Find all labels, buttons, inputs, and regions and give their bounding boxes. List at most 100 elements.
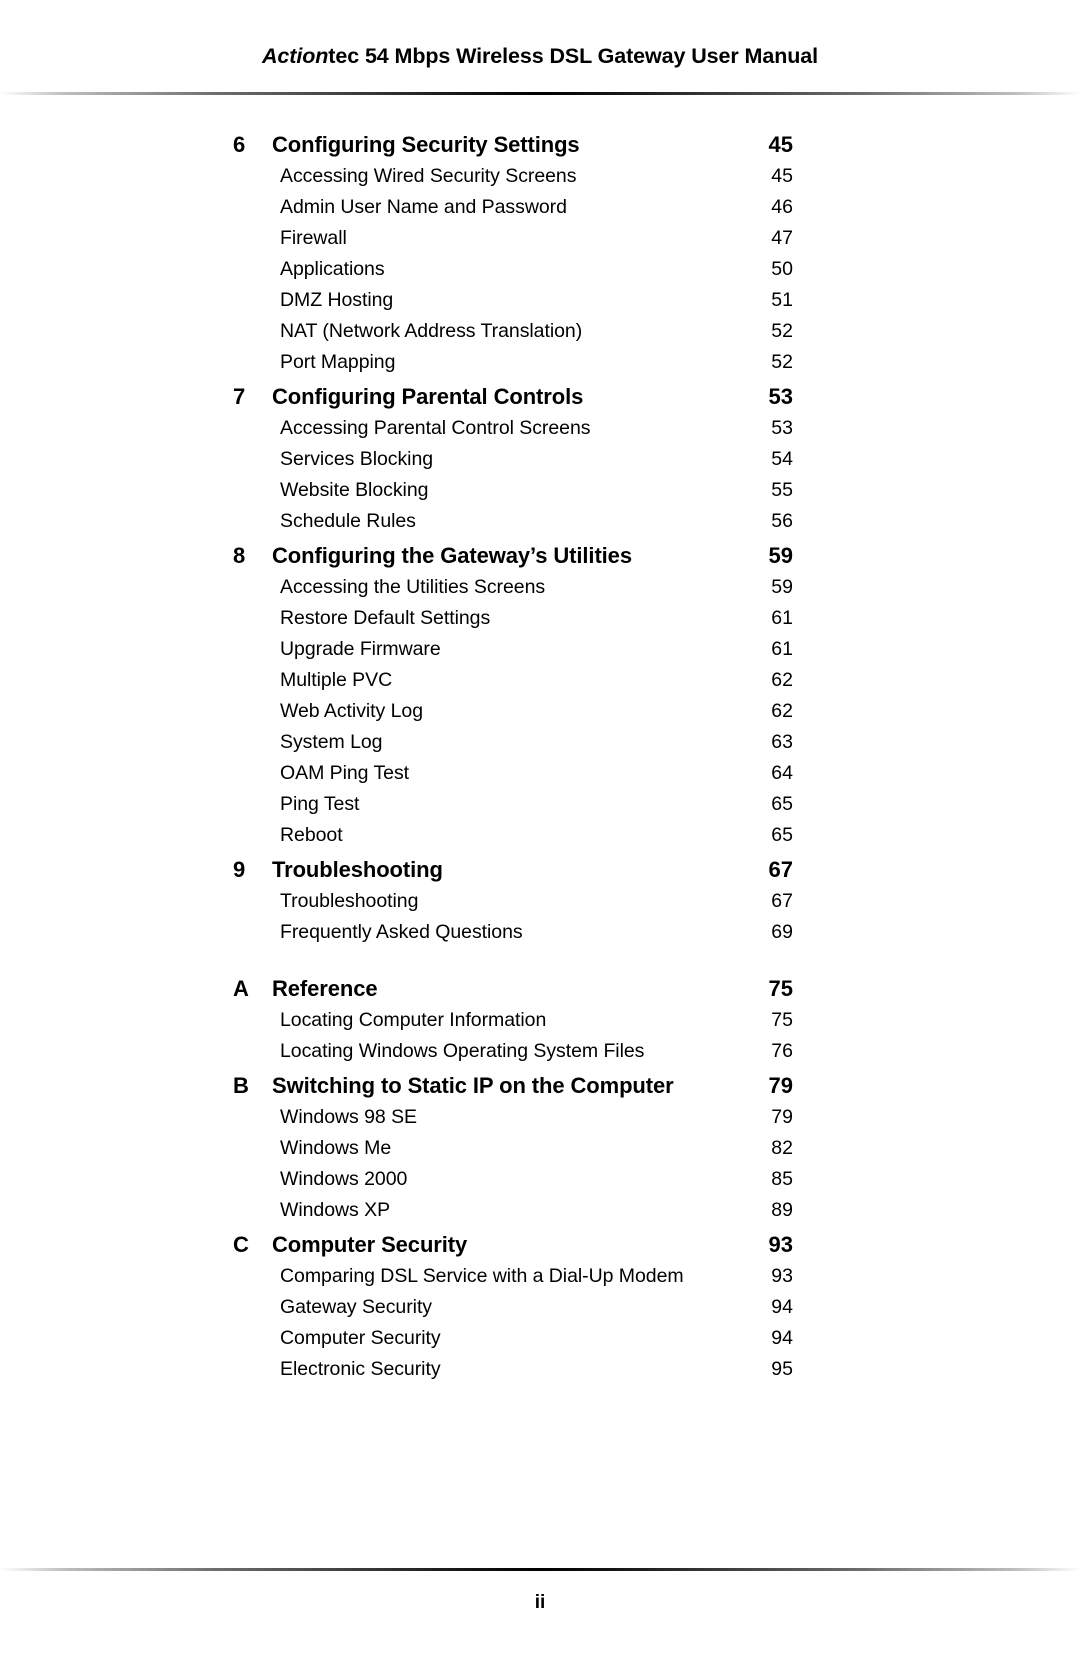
- toc-chapter-row[interactable]: A Reference 75: [233, 973, 793, 1004]
- toc-entry-row[interactable]: Accessing Wired Security Screens 45: [233, 161, 793, 192]
- toc-entry-page-number: 52: [771, 320, 793, 342]
- toc-entry-title: Computer Security: [280, 1327, 441, 1349]
- toc-entry-row[interactable]: Admin User Name and Password 46: [233, 192, 793, 223]
- toc-entry-page-number: 79: [771, 1106, 793, 1128]
- toc-entry-page-number: 67: [768, 857, 793, 882]
- toc-entry-page-number: 94: [771, 1327, 793, 1349]
- toc-entry-row[interactable]: Services Blocking 54: [233, 444, 793, 475]
- toc-entry-title: Gateway Security: [280, 1296, 433, 1318]
- toc-entry-row[interactable]: Electronic Security 95: [233, 1354, 793, 1385]
- toc-entry-row[interactable]: OAM Ping Test 64: [233, 758, 793, 789]
- toc-chapter-number: C: [233, 1232, 249, 1257]
- toc-entry-row[interactable]: Comparing DSL Service with a Dial-Up Mod…: [233, 1261, 793, 1292]
- toc-entry-row[interactable]: DMZ Hosting 51: [233, 285, 793, 316]
- toc-entry-page-number: 67: [771, 890, 793, 912]
- running-header: Actiontec 54 Mbps Wireless DSL Gateway U…: [0, 44, 1080, 69]
- toc-entry-title: Website Blocking: [280, 479, 429, 501]
- toc-entry-page-number: 82: [771, 1137, 793, 1159]
- toc-entry-title: Frequently Asked Questions: [280, 921, 523, 943]
- toc-entry-title: Windows 98 SE: [280, 1106, 417, 1128]
- toc-entry-page-number: 45: [771, 165, 793, 187]
- toc-entry-title: Configuring Parental Controls: [272, 384, 584, 409]
- toc-entry-row[interactable]: Troubleshooting 67: [233, 886, 793, 917]
- toc-entry-row[interactable]: Gateway Security 94: [233, 1292, 793, 1323]
- toc-chapter-number: 7: [233, 384, 246, 409]
- toc-entry-page-number: 76: [771, 1040, 793, 1062]
- toc-entry-page-number: 56: [771, 510, 793, 532]
- toc-entry-title: Windows Me: [280, 1137, 392, 1159]
- toc-entry-page-number: 59: [768, 543, 793, 568]
- toc-chapter-row[interactable]: 9 Troubleshooting 67: [233, 854, 793, 885]
- toc-entry-title: System Log: [280, 731, 383, 753]
- toc-entry-row[interactable]: System Log 63: [233, 727, 793, 758]
- toc-chapter-number: B: [233, 1073, 249, 1098]
- toc-entry-title: Configuring Security Settings: [272, 132, 580, 157]
- toc-entry-row[interactable]: Windows 98 SE 79: [233, 1102, 793, 1133]
- toc-entry-row[interactable]: Windows 2000 85: [233, 1164, 793, 1195]
- toc-entry-page-number: 62: [771, 669, 793, 691]
- toc-entry-title: Restore Default Settings: [280, 607, 491, 629]
- toc-entry-row[interactable]: Website Blocking 55: [233, 475, 793, 506]
- toc-entry-title: Troubleshooting: [280, 890, 419, 912]
- toc-entry-title: Troubleshooting: [272, 857, 443, 882]
- toc-entry-page-number: 47: [771, 227, 793, 249]
- toc-entry-title: Switching to Static IP on the Computer: [272, 1073, 674, 1098]
- toc-entry-title: Electronic Security: [280, 1358, 441, 1380]
- toc-entry-title: Firewall: [280, 227, 347, 249]
- toc-entry-page-number: 65: [771, 793, 793, 815]
- toc-entry-row[interactable]: Web Activity Log 62: [233, 696, 793, 727]
- toc-entry-row[interactable]: Upgrade Firmware 61: [233, 634, 793, 665]
- toc-entry-page-number: 93: [768, 1232, 793, 1257]
- toc-entry-page-number: 51: [771, 289, 793, 311]
- toc-entry-row[interactable]: Locating Windows Operating System Files 7…: [233, 1036, 793, 1067]
- toc-entry-row[interactable]: Accessing the Utilities Screens 59: [233, 572, 793, 603]
- toc-entry-title: Admin User Name and Password: [280, 196, 567, 218]
- footer-divider-rule: [0, 1568, 1080, 1571]
- toc-entry-title: Upgrade Firmware: [280, 638, 441, 660]
- toc-entry-page-number: 89: [771, 1199, 793, 1221]
- toc-chapter-row[interactable]: 6 Configuring Security Settings 45: [233, 129, 793, 160]
- toc-entry-row[interactable]: Firewall 47: [233, 223, 793, 254]
- toc-entry-title: Applications: [280, 258, 385, 280]
- toc-entry-row[interactable]: Port Mapping 52: [233, 347, 793, 378]
- toc-chapter-number: 9: [233, 857, 246, 882]
- toc-entry-title: Port Mapping: [280, 351, 396, 373]
- toc-entry-page-number: 79: [768, 1073, 793, 1098]
- toc-chapter-row[interactable]: 8 Configuring the Gateway’s Utilities 59: [233, 540, 793, 571]
- toc-entry-page-number: 54: [771, 448, 793, 470]
- toc-entry-title: DMZ Hosting: [280, 289, 394, 311]
- toc-entry-page-number: 63: [771, 731, 793, 753]
- page-number-folio: ii: [534, 1592, 546, 1613]
- toc-entry-title: Configuring the Gateway’s Utilities: [272, 543, 632, 568]
- toc-entry-row[interactable]: Applications 50: [233, 254, 793, 285]
- toc-entry-page-number: 50: [771, 258, 793, 280]
- toc-entry-page-number: 46: [771, 196, 793, 218]
- toc-entry-page-number: 75: [771, 1009, 793, 1031]
- toc-entry-row[interactable]: Restore Default Settings 61: [233, 603, 793, 634]
- toc-entry-title: Reference: [272, 976, 378, 1001]
- toc-entry-title: Multiple PVC: [280, 669, 393, 691]
- toc-entry-row[interactable]: Ping Test 65: [233, 789, 793, 820]
- toc-entry-row[interactable]: Frequently Asked Questions 69: [233, 917, 793, 948]
- toc-chapter-number: A: [233, 976, 249, 1001]
- toc-chapter-row[interactable]: 7 Configuring Parental Controls 53: [233, 381, 793, 412]
- toc-entry-row[interactable]: Schedule Rules 56: [233, 506, 793, 537]
- toc-entry-row[interactable]: Reboot 65: [233, 820, 793, 851]
- toc-entry-row[interactable]: NAT (Network Address Translation) 52: [233, 316, 793, 347]
- toc-entry-page-number: 55: [771, 479, 793, 501]
- toc-entry-row[interactable]: Windows Me 82: [233, 1133, 793, 1164]
- toc-entry-title: Accessing Wired Security Screens: [280, 165, 577, 187]
- toc-entry-page-number: 94: [771, 1296, 793, 1318]
- document-page: Actiontec 54 Mbps Wireless DSL Gateway U…: [0, 0, 1080, 1669]
- toc-entry-page-number: 52: [771, 351, 793, 373]
- toc-entry-row[interactable]: Computer Security 94: [233, 1323, 793, 1354]
- toc-entry-row[interactable]: Windows XP 89: [233, 1195, 793, 1226]
- toc-entry-title: Accessing Parental Control Screens: [280, 417, 591, 439]
- toc-entry-title: Locating Computer Information: [280, 1009, 547, 1031]
- toc-chapter-row[interactable]: C Computer Security 93: [233, 1229, 793, 1260]
- brand-name-rest: tec 54 Mbps Wireless DSL Gateway User Ma…: [328, 44, 818, 68]
- toc-entry-row[interactable]: Accessing Parental Control Screens 53: [233, 413, 793, 444]
- toc-chapter-row[interactable]: B Switching to Static IP on the Computer 7…: [233, 1070, 793, 1101]
- toc-entry-row[interactable]: Locating Computer Information 75: [233, 1005, 793, 1036]
- toc-entry-row[interactable]: Multiple PVC 62: [233, 665, 793, 696]
